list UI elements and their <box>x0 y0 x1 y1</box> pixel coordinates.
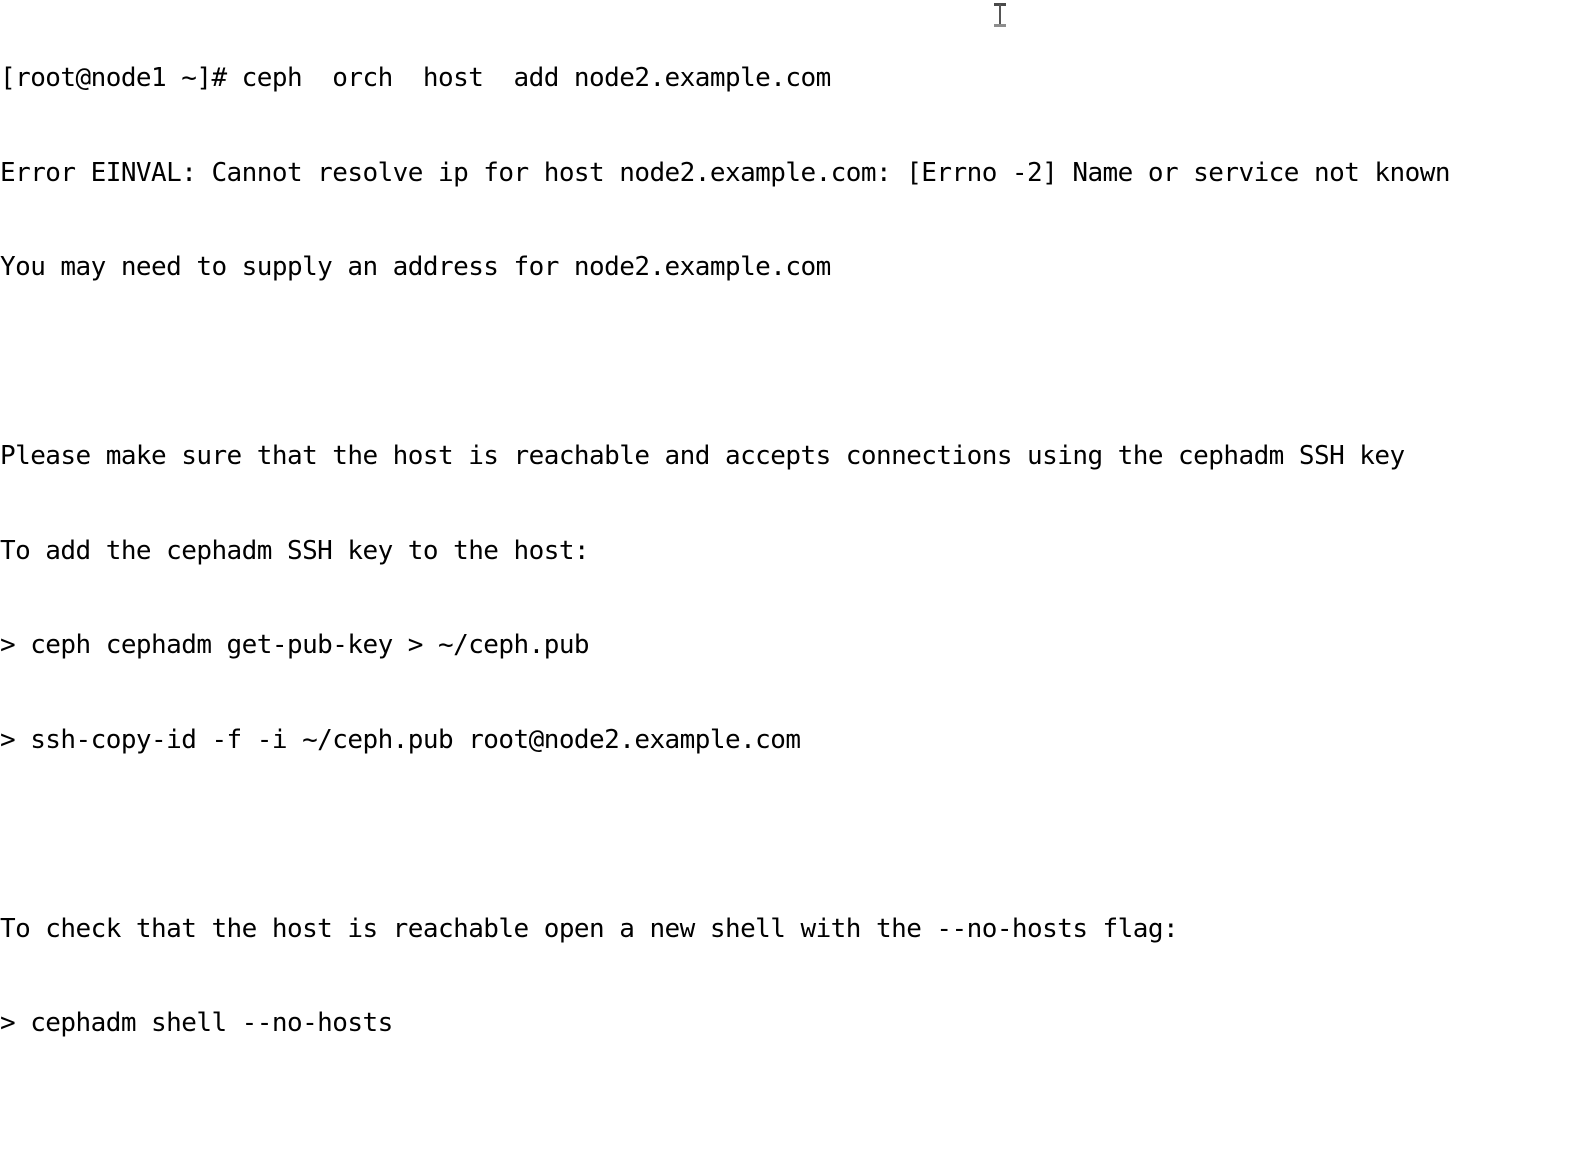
terminal-line: You may need to supply an address for no… <box>0 252 831 282</box>
terminal-output[interactable]: [root@node1 ~]# ceph orch host add node2… <box>0 0 1591 1174</box>
terminal-line: To add the cephadm SSH key to the host: <box>0 535 590 566</box>
terminal-line: Please make sure that the host is reacha… <box>0 441 1405 471</box>
terminal-window[interactable]: [root@node1 ~]# ceph orch host add node2… <box>0 0 1591 1038</box>
terminal-line: > cephadm shell --no-hosts <box>0 1008 393 1038</box>
terminal-line: > ceph cephadm get-pub-key > ~/ceph.pub <box>0 630 590 660</box>
terminal-line: > ssh-copy-id -f -i ~/ceph.pub root@node… <box>0 724 801 755</box>
terminal-line: Error EINVAL: Cannot resolve ip for host… <box>0 157 1450 188</box>
terminal-line: [root@node1 ~]# ceph orch host add node2… <box>0 63 831 93</box>
terminal-line: To check that the host is reachable open… <box>0 913 1179 944</box>
